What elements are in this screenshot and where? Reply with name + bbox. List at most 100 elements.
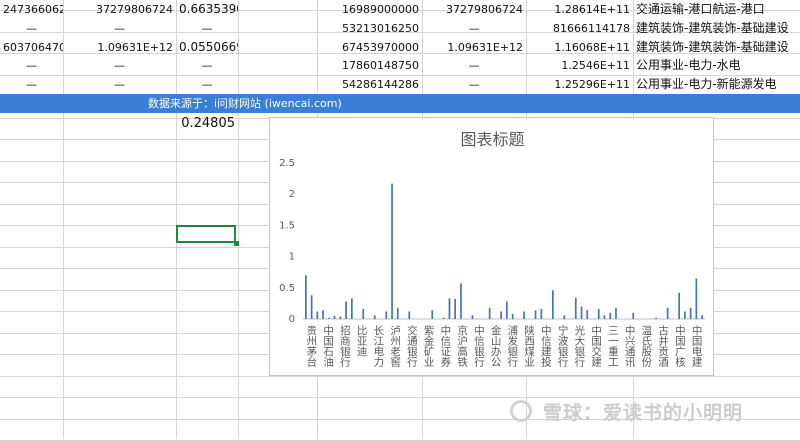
bar[interactable]: [391, 183, 393, 319]
bar[interactable]: [351, 298, 353, 319]
table-cell[interactable]: —: [176, 56, 238, 75]
bar[interactable]: [442, 317, 445, 319]
table-cell[interactable]: 16989000000: [317, 0, 422, 19]
bar[interactable]: [362, 309, 365, 319]
table-cell[interactable]: —: [63, 75, 176, 94]
table-cell[interactable]: —: [422, 75, 526, 94]
bar[interactable]: [689, 307, 692, 319]
table-cell[interactable]: 公用事业-电力-水电: [633, 56, 800, 75]
bar[interactable]: [552, 290, 554, 319]
bar[interactable]: [305, 275, 307, 319]
table-cell[interactable]: —: [176, 75, 238, 94]
bar[interactable]: [322, 310, 324, 319]
x-tick-label: 宁波银行: [557, 324, 569, 368]
bar[interactable]: [373, 315, 376, 319]
x-tick-label: 比亚迪: [356, 324, 368, 357]
selected-cell[interactable]: [176, 225, 236, 243]
bar[interactable]: [632, 312, 635, 319]
x-tick-label: 中信建投: [540, 324, 552, 368]
bar[interactable]: [471, 315, 474, 319]
table-cell[interactable]: 37279806724: [422, 0, 526, 19]
x-tick-label: 泸州老窖: [389, 325, 401, 368]
bar[interactable]: [511, 314, 514, 319]
bar[interactable]: [385, 311, 388, 320]
chart[interactable]: 图表标题 0 0.5 1 1.5 2 2.5 贵州茅台 中国石油 招商银行 比亚迪 长江电力 泸州老窖…: [269, 117, 714, 376]
bar[interactable]: [666, 307, 669, 319]
table-cell[interactable]: 60370647000: [0, 38, 63, 57]
table-cell[interactable]: —: [422, 19, 526, 38]
bar[interactable]: [345, 301, 347, 320]
table-cell[interactable]: 67453970000: [317, 38, 422, 57]
bar[interactable]: [540, 309, 543, 319]
bar[interactable]: [615, 307, 617, 319]
bar[interactable]: [408, 311, 411, 320]
table-cell[interactable]: 建筑装饰-建筑装饰-基础建设: [633, 19, 800, 38]
bar[interactable]: [701, 315, 703, 319]
table-cell[interactable]: 0.66353901: [176, 0, 238, 19]
y-tick-label: 1.5: [279, 220, 295, 231]
table-cell[interactable]: 17860148750: [317, 56, 422, 75]
bar[interactable]: [316, 311, 319, 320]
table-cell[interactable]: 53213016250: [317, 19, 422, 38]
fill-handle[interactable]: [234, 241, 239, 246]
bar[interactable]: [563, 315, 566, 319]
table-cell[interactable]: 0.05506699: [176, 38, 238, 57]
table-cell[interactable]: —: [422, 56, 526, 75]
x-tick-label: 中国交建: [590, 324, 602, 368]
bar[interactable]: [597, 309, 600, 319]
table-cell[interactable]: —: [0, 75, 63, 94]
table-cell[interactable]: 1.25296E+11: [526, 75, 633, 94]
table-cell[interactable]: —: [0, 56, 63, 75]
x-tick-label: 光大银行: [573, 324, 585, 368]
x-tick-label: 中兴通讯: [624, 324, 636, 368]
table-cell[interactable]: —: [63, 56, 176, 75]
table-cell[interactable]: 1.16068E+11: [526, 38, 633, 57]
bar[interactable]: [655, 317, 657, 319]
bar[interactable]: [339, 316, 342, 320]
bar[interactable]: [678, 292, 680, 319]
bar[interactable]: [454, 299, 456, 319]
x-tick-label: 中信银行: [473, 324, 485, 368]
table-cell[interactable]: 54286144286: [317, 75, 422, 94]
bar[interactable]: [534, 310, 537, 319]
bar[interactable]: [523, 311, 525, 320]
x-tick-label: 贵州茅台: [305, 324, 317, 368]
bar[interactable]: [603, 315, 606, 319]
bar[interactable]: [488, 307, 491, 319]
x-tick-label: 长江电力: [372, 325, 384, 368]
bar[interactable]: [333, 315, 336, 319]
bar[interactable]: [310, 295, 313, 319]
table-cell[interactable]: —: [0, 19, 63, 38]
bar[interactable]: [328, 317, 330, 319]
bar[interactable]: [580, 306, 583, 320]
table-cell[interactable]: 24736606200: [0, 0, 63, 19]
table-cell[interactable]: 建筑装饰-建筑装饰-基础建设: [633, 38, 800, 57]
y-tick-label: 0: [289, 314, 295, 325]
bar[interactable]: [695, 278, 698, 319]
bar[interactable]: [586, 310, 589, 319]
table-cell[interactable]: 1.28614E+11: [526, 0, 633, 19]
table-cell[interactable]: —: [176, 19, 238, 38]
bar[interactable]: [506, 301, 508, 320]
bar[interactable]: [684, 311, 686, 320]
table-cell[interactable]: 1.2546E+11: [526, 56, 633, 75]
x-tick-label: 京沪高铁: [456, 324, 468, 368]
bar[interactable]: [500, 311, 502, 320]
bar[interactable]: [448, 298, 451, 319]
table-cell[interactable]: —: [63, 19, 176, 38]
bar[interactable]: [574, 297, 577, 319]
bar[interactable]: [396, 307, 399, 319]
table-cell[interactable]: 公用事业-电力-新能源发电: [633, 75, 800, 94]
value-cell[interactable]: 0.24805: [176, 113, 238, 134]
bar[interactable]: [609, 312, 612, 319]
x-tick-label: 陕西煤业: [523, 324, 535, 367]
bar[interactable]: [460, 283, 462, 319]
bar[interactable]: [431, 310, 434, 319]
table-cell[interactable]: 37279806724: [63, 0, 176, 19]
data-source-banner[interactable]: 数据来源于：i问财网站 (iwencai.com): [0, 94, 800, 113]
table-cell[interactable]: 1.09631E+12: [63, 38, 176, 57]
x-tick-label: 中信证券: [439, 324, 451, 368]
table-cell[interactable]: 交通运输-港口航运-港口: [633, 0, 800, 19]
table-cell[interactable]: 1.09631E+12: [422, 38, 526, 57]
table-cell[interactable]: 81666114178: [526, 19, 633, 38]
